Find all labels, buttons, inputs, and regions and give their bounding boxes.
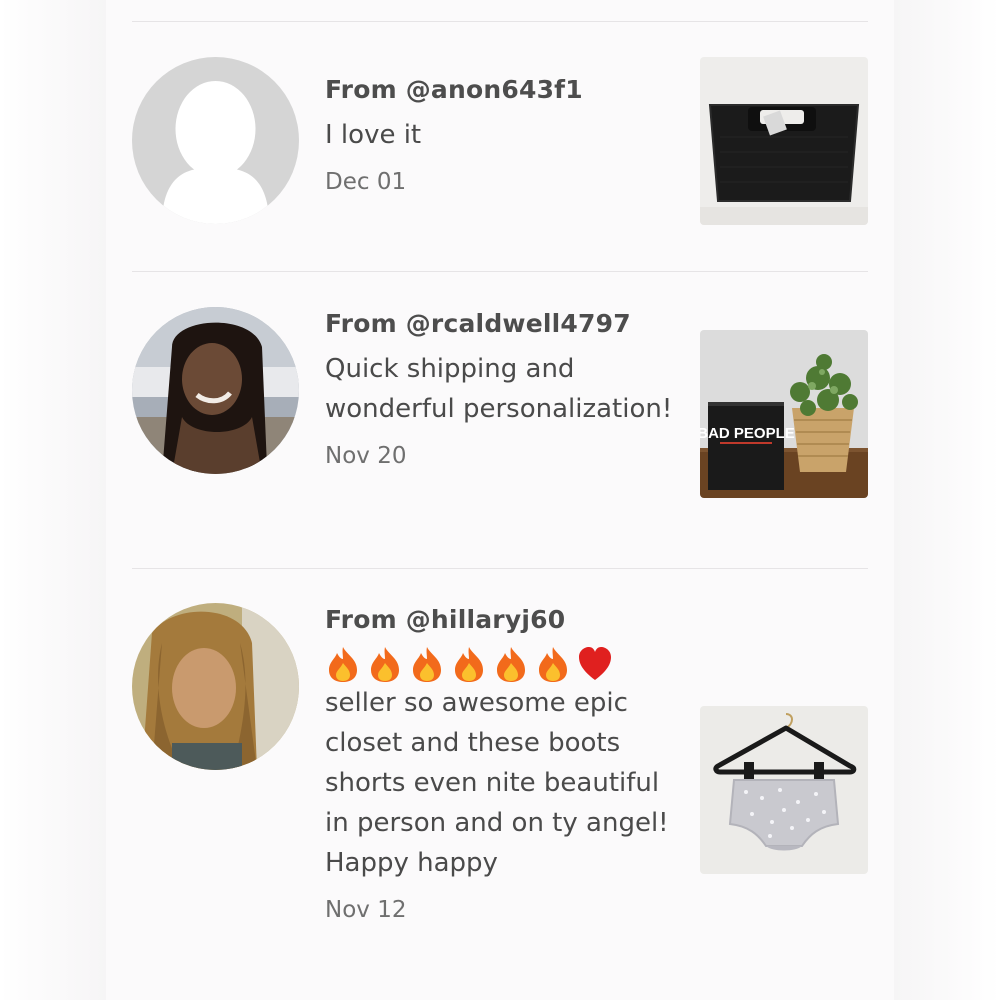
- right-margin: [894, 0, 1000, 1000]
- fire-icon: [413, 647, 441, 682]
- fire-icon: [455, 647, 483, 682]
- product-box-text: BAD PEOPLE: [700, 425, 795, 442]
- product-thumbnail-bad-people-game[interactable]: BAD PEOPLE: [700, 330, 868, 498]
- review-divider: [132, 271, 868, 272]
- emoji-row: [325, 645, 675, 683]
- review-body: From @rcaldwell4797 Quick shipping and w…: [325, 309, 675, 471]
- user-photo-avatar[interactable]: [132, 307, 299, 474]
- review-author[interactable]: From @rcaldwell4797: [325, 309, 675, 339]
- review-divider: [132, 21, 868, 22]
- left-margin: [0, 0, 106, 1000]
- user-photo-avatar[interactable]: [132, 603, 299, 770]
- review-comment: I love it: [325, 120, 422, 150]
- fire-icon: [497, 647, 525, 682]
- review-date: Dec 01: [325, 169, 407, 195]
- fire-icon: [329, 647, 357, 682]
- review-date: Nov 20: [325, 443, 407, 469]
- review-divider: [132, 568, 868, 569]
- default-user-avatar-icon[interactable]: [132, 57, 299, 224]
- red-heart-icon: [579, 647, 611, 680]
- product-thumbnail-black-tote[interactable]: [700, 57, 868, 225]
- product-thumbnail-sequin-shorts[interactable]: [700, 706, 868, 874]
- review-comment: seller so awesome epic closet and these …: [325, 688, 669, 878]
- review-author[interactable]: From @anon643f1: [325, 75, 675, 105]
- review-body: From @anon643f1 I love it Dec 01: [325, 75, 675, 197]
- review-author[interactable]: From @hillaryj60: [325, 605, 675, 635]
- review-comment: Quick shipping and wonderful personaliza…: [325, 354, 673, 424]
- fire-icon: [371, 647, 399, 682]
- review-date: Nov 12: [325, 897, 407, 923]
- fire-icon: [539, 647, 567, 682]
- review-body: From @hillaryj60 seller so awesome epic …: [325, 605, 675, 925]
